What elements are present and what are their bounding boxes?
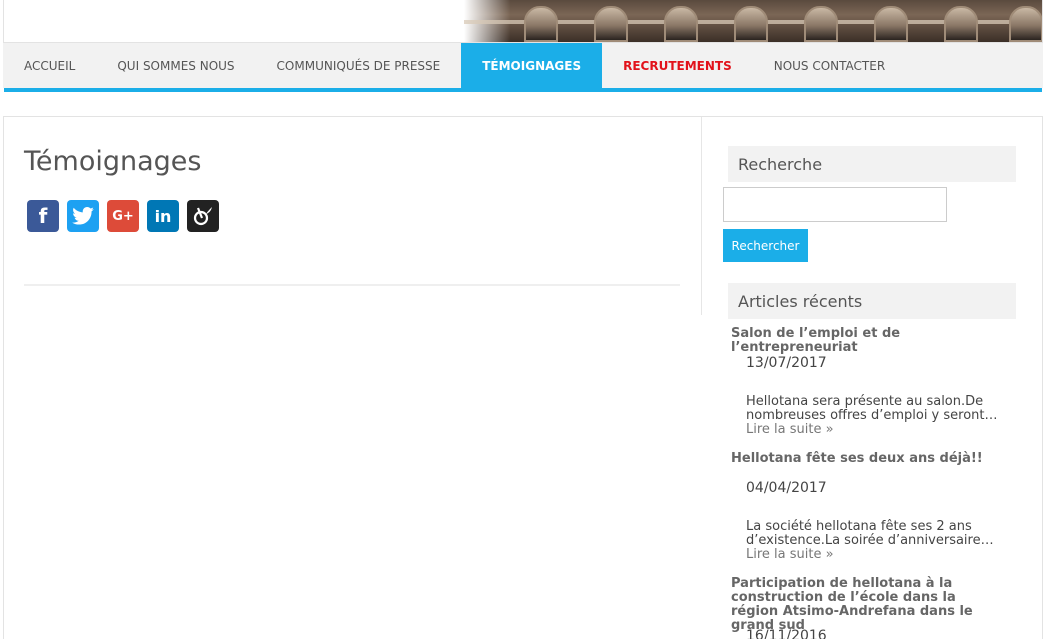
recent-post-title[interactable]: Participation de hellotana à la construc… <box>731 577 1001 633</box>
share-buttons: f G+ in <box>27 200 219 232</box>
google-plus-glyph: G+ <box>112 208 134 224</box>
recent-post-excerpt-text: Hellotana sera présente au salon.De nomb… <box>746 394 998 423</box>
page-title: Témoignages <box>24 146 202 177</box>
recent-post-excerpt-text: La société hellotana fête ses 2 ans d’ex… <box>746 519 994 548</box>
column-divider <box>701 117 702 315</box>
recent-post-title[interactable]: Salon de l’emploi et de l’entrepreneuria… <box>731 327 1001 355</box>
nav-item-temoignages[interactable]: TÉMOIGNAGES <box>461 43 603 88</box>
linkedin-icon[interactable]: in <box>147 200 179 232</box>
facebook-glyph: f <box>38 204 48 228</box>
linkedin-glyph: in <box>154 206 172 226</box>
page: ACCUEIL QUI SOMMES NOUS COMMUNIQUÉS DE P… <box>0 0 1045 639</box>
read-more-link[interactable]: Lire la suite » <box>746 423 1008 437</box>
search-input[interactable] <box>723 187 947 222</box>
nav-accent-bar <box>4 88 1042 92</box>
content-separator <box>24 284 680 286</box>
main-navigation: ACCUEIL QUI SOMMES NOUS COMMUNIQUÉS DE P… <box>3 42 1043 88</box>
nav-item-communiques-de-presse[interactable]: COMMUNIQUÉS DE PRESSE <box>256 43 462 88</box>
nav-item-nous-contacter[interactable]: NOUS CONTACTER <box>753 43 906 88</box>
read-more-link[interactable]: Lire la suite » <box>746 548 1008 562</box>
nav-item-accueil[interactable]: ACCUEIL <box>3 43 96 88</box>
viadeo-icon[interactable] <box>187 200 219 232</box>
recent-post-date: 13/07/2017 <box>746 355 827 371</box>
recent-post-excerpt: Hellotana sera présente au salon.De nomb… <box>746 395 1008 437</box>
twitter-icon[interactable] <box>67 200 99 232</box>
nav-item-recrutements[interactable]: RECRUTEMENTS <box>602 43 753 88</box>
nav-item-qui-sommes-nous[interactable]: QUI SOMMES NOUS <box>96 43 255 88</box>
recent-post-title[interactable]: Hellotana fête ses deux ans déjà!! <box>731 452 1001 466</box>
search-widget-title: Recherche <box>728 146 1016 182</box>
header-banner <box>3 0 1043 42</box>
recent-posts-widget-title: Articles récents <box>728 283 1016 319</box>
search-button[interactable]: Rechercher <box>723 229 808 262</box>
recent-post-date: 16/11/2016 <box>746 628 827 639</box>
google-plus-icon[interactable]: G+ <box>107 200 139 232</box>
recent-post-excerpt: La société hellotana fête ses 2 ans d’ex… <box>746 520 1008 562</box>
header-image <box>464 0 1042 42</box>
facebook-icon[interactable]: f <box>27 200 59 232</box>
recent-post-date: 04/04/2017 <box>746 480 827 496</box>
